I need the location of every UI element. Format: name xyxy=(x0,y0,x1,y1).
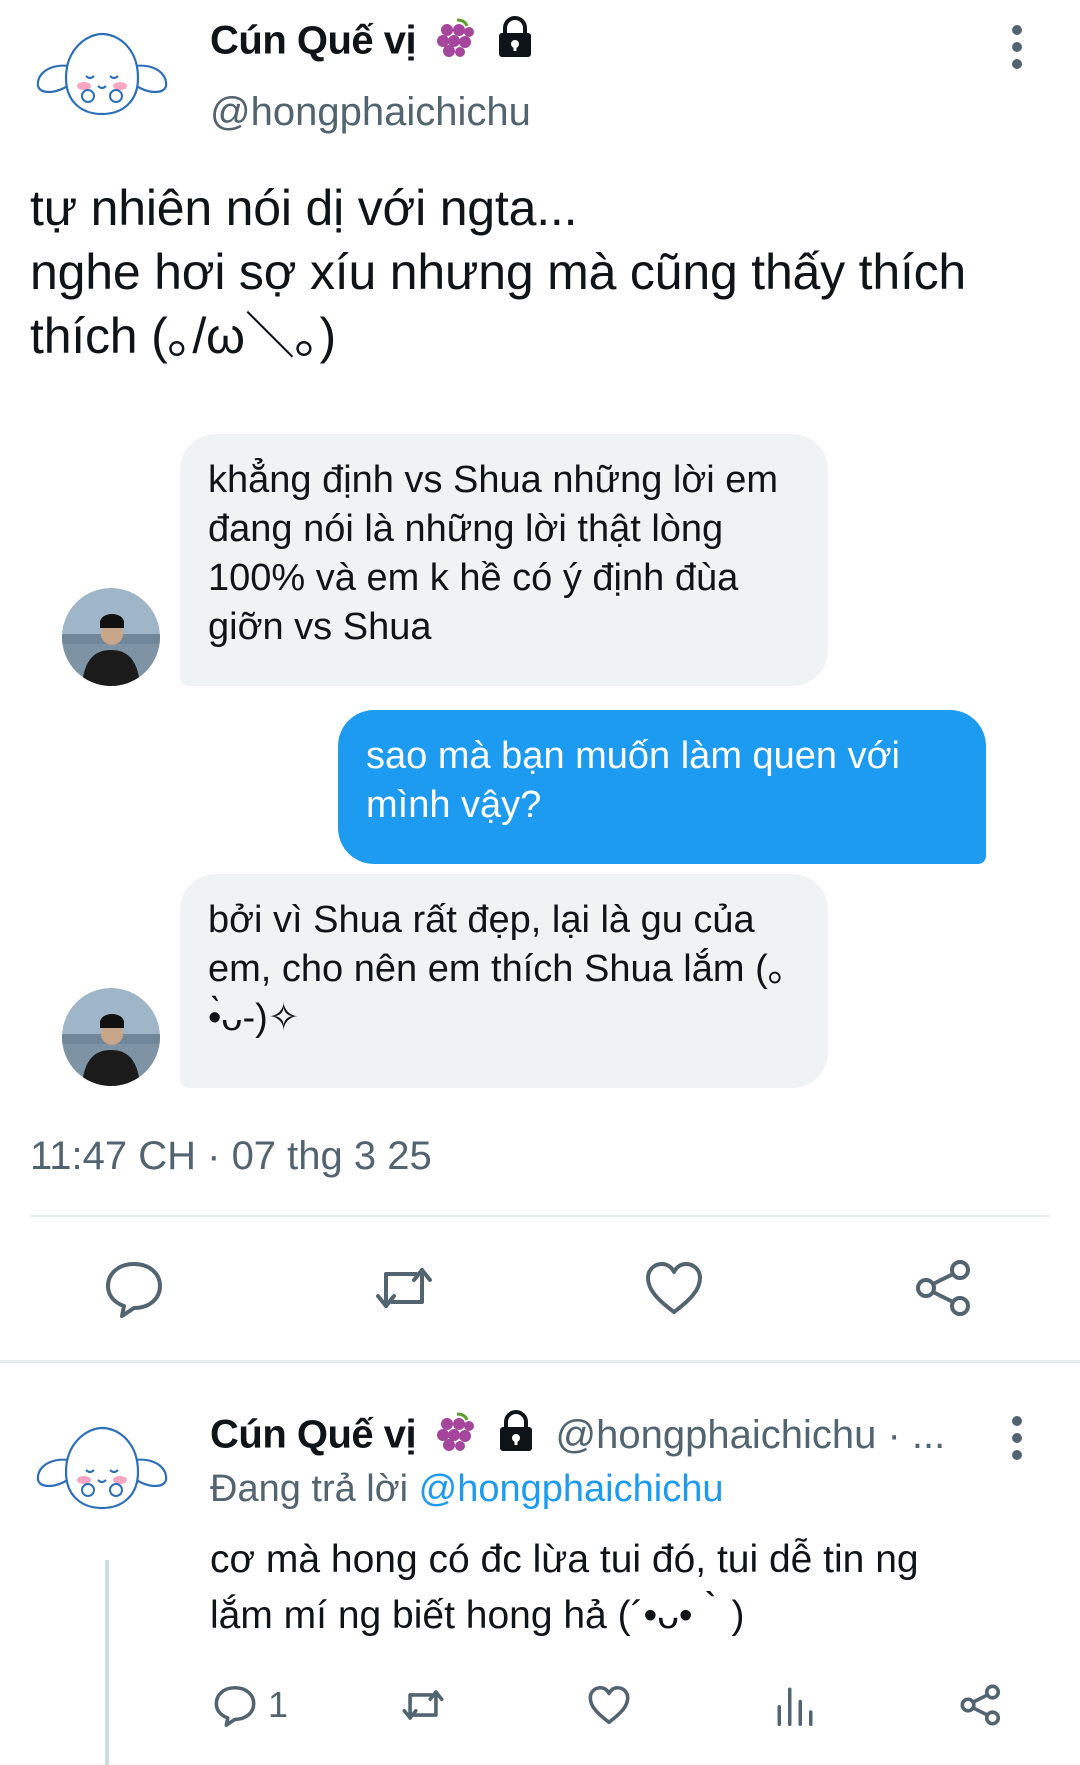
more-vertical-icon[interactable] xyxy=(997,17,1037,77)
share-icon xyxy=(916,1260,970,1316)
tweet-timestamp[interactable]: 11:47 CH · 07 thg 3 25 xyxy=(30,1134,432,1179)
reply-count: 1 xyxy=(268,1684,289,1725)
reply-handle-meta: @hongphaichichu · ... xyxy=(555,1412,946,1457)
like-button[interactable] xyxy=(642,1256,706,1325)
reply-views-button[interactable] xyxy=(774,1682,816,1733)
reply-icon xyxy=(214,1685,256,1727)
share-button[interactable] xyxy=(912,1256,976,1325)
grapes-emoji-icon xyxy=(433,16,477,70)
lock-icon xyxy=(493,16,537,70)
chat-message-incoming: khẳng định vs Shua những lời em đang nói… xyxy=(180,434,828,686)
thread-line xyxy=(105,1560,109,1765)
replying-prefix: Đang trả lời xyxy=(210,1468,419,1510)
cinnamoroll-dog-icon xyxy=(36,1426,168,1510)
cinnamoroll-dog-icon xyxy=(36,32,168,116)
replying-to: Đang trả lời @hongphaichichu xyxy=(210,1468,723,1511)
tweet-text: tự nhiên nói dị với ngta... nghe hơi sợ … xyxy=(30,180,967,364)
author-display-name: Cún Quế vị xyxy=(210,18,417,63)
reply-more-vertical-icon[interactable] xyxy=(997,1408,1037,1468)
section-divider xyxy=(0,1360,1080,1363)
grapes-emoji-icon xyxy=(433,1410,477,1464)
chat-avatar xyxy=(62,988,160,1086)
reply-like-button[interactable] xyxy=(586,1682,632,1733)
reply-display-name: Cún Quế vị xyxy=(210,1412,417,1457)
divider xyxy=(30,1215,1050,1217)
person-photo-icon xyxy=(62,588,160,686)
reply-author-avatar[interactable] xyxy=(32,1422,172,1519)
reply-share-button[interactable] xyxy=(958,1682,1004,1733)
share-icon xyxy=(960,1684,1001,1726)
author-avatar[interactable] xyxy=(32,28,172,125)
reply-button[interactable] xyxy=(102,1256,166,1325)
retweet-button[interactable] xyxy=(372,1256,436,1325)
author-handle[interactable]: @hongphaichichu xyxy=(210,90,531,135)
retweet-icon xyxy=(376,1268,432,1308)
chat-avatar xyxy=(62,588,160,686)
views-chart-icon xyxy=(777,1687,813,1726)
author-display-name-row[interactable]: Cún Quế vị xyxy=(210,16,537,70)
reply-reply-button[interactable]: 1 xyxy=(212,1682,288,1728)
lock-icon xyxy=(494,1410,538,1464)
chat-screenshot[interactable]: khẳng định vs Shua những lời em đang nói… xyxy=(0,420,1080,1100)
replying-mention-link[interactable]: @hongphaichichu xyxy=(419,1468,724,1510)
reply-icon xyxy=(106,1262,162,1318)
reply-retweet-button[interactable] xyxy=(398,1682,448,1733)
chat-message-incoming: bởi vì Shua rất đẹp, lại là gu của em, c… xyxy=(180,874,828,1088)
person-photo-icon xyxy=(62,988,160,1086)
heart-icon xyxy=(646,1262,702,1314)
retweet-icon xyxy=(402,1690,444,1720)
reply-author-row[interactable]: Cún Quế vị @hongphaichichu · ... xyxy=(210,1410,945,1464)
reply-text: cơ mà hong có đc lừa tui đó, tui dễ tin … xyxy=(210,1538,919,1637)
chat-message-outgoing: sao mà bạn muốn làm quen với mình vậy? xyxy=(338,710,986,864)
heart-icon xyxy=(588,1685,630,1725)
